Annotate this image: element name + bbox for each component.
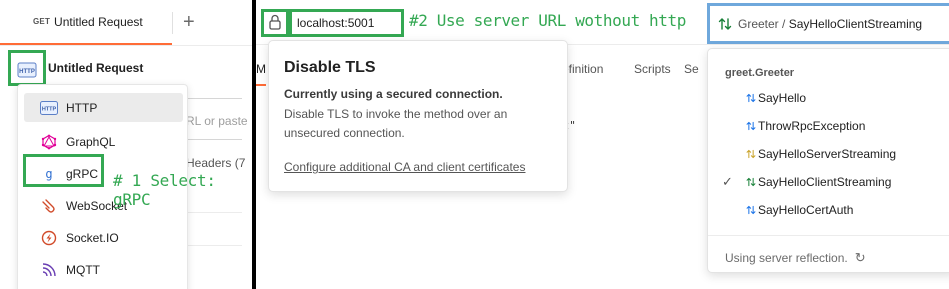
websocket-icon [40,197,58,215]
menu-item-http[interactable]: HTTP HTTP [24,93,183,122]
tab-message[interactable]: M [256,62,266,76]
socketio-icon [40,229,58,247]
url-input-ghost: RL or paste [186,114,248,128]
method-item[interactable]: SayHelloCertAuth [708,196,949,224]
method-selector[interactable]: Greeter / SayHelloClientStreaming [707,3,949,44]
headers-tab-ghost: Headers (7 [186,156,246,170]
grpc-method-icon [730,203,756,217]
method-item[interactable]: ✓ SayHelloClientStreaming [708,168,949,196]
request-title[interactable]: Untitled Request [48,61,143,75]
menu-item-graphql[interactable]: GraphQL [24,127,183,156]
divider [186,139,242,140]
request-tab[interactable]: GET Untitled Request [0,0,172,45]
http-icon: HTTP [40,99,58,117]
svg-text:HTTP: HTTP [42,106,57,112]
menu-item-label: MQTT [66,262,100,277]
divider [186,98,242,99]
annotation-step-2: #2 Use server URL wothout http [409,11,686,30]
divider [186,245,242,246]
tab-divider [172,12,173,34]
method-item-label: SayHello [758,91,807,105]
method-item[interactable]: SayHello [708,84,949,112]
tls-popup-title[interactable]: Disable TLS [284,59,376,77]
configure-certificates-link[interactable]: Configure additional CA and client certi… [284,160,525,174]
method-selector-separator: / [778,16,789,31]
menu-item-label: Socket.IO [66,230,119,245]
active-tab-indicator [256,84,266,86]
dropdown-separator [708,235,949,236]
menu-item-label: HTTP [66,100,98,115]
method-item-label: ThrowRpcException [758,119,866,133]
grpc-highlight-box [23,154,104,187]
http-icon[interactable]: HTTP [17,62,37,81]
right-panel: localhost:5001 #2 Use server URL wothout… [256,0,949,289]
tls-toggle-button[interactable] [261,9,289,37]
method-selector-service: Greeter [738,16,779,31]
method-item[interactable]: SayHelloServerStreaming [708,140,949,168]
grpc-method-icon [718,17,732,31]
svg-text:HTTP: HTTP [19,69,35,75]
grpc-method-icon [730,119,756,133]
method-item[interactable]: ThrowRpcException [708,112,949,140]
tab-settings[interactable]: Se [684,62,699,76]
server-reflection-status: Using server reflection. ↻ [725,250,866,266]
menu-item-mqtt[interactable]: MQTT [24,255,183,284]
check-icon: ✓ [722,174,733,189]
tls-popup-description: Disable TLS to invoke the method over an… [284,107,508,140]
graphql-icon [40,133,58,151]
divider [186,212,242,213]
grpc-method-icon [730,175,756,189]
method-item-label: SayHelloClientStreaming [758,175,892,189]
request-tab-method: GET [33,17,51,26]
tls-popup: Disable TLS Currently using a secured co… [268,40,568,192]
request-tab-title: Untitled Request [54,14,143,29]
left-panel: GET Untitled Request + HTTP Untitled Req… [0,0,252,289]
refresh-icon[interactable]: ↻ [855,250,866,266]
grpc-method-icon [730,147,756,161]
method-item-label: SayHelloCertAuth [758,203,854,217]
method-dropdown: greet.Greeter SayHello ThrowRpcException S… [707,48,949,273]
service-header: greet.Greeter [725,67,795,79]
server-url-input[interactable]: localhost:5001 [289,9,404,37]
new-tab-button[interactable]: + [183,11,195,33]
grpc-method-icon [730,91,756,105]
method-item-label: SayHelloServerStreaming [758,147,897,161]
lock-icon [268,14,282,33]
server-reflection-label: Using server reflection. [725,251,848,265]
mqtt-icon [40,261,58,279]
annotation-step-1: # 1 Select: gRPC [113,171,216,209]
method-selector-method: SayHelloClientStreaming [788,16,923,31]
menu-item-socketio[interactable]: Socket.IO [24,223,183,252]
tab-service-definition[interactable]: efinition [562,62,603,76]
server-url-value: localhost:5001 [297,16,375,30]
tab-bar-separator [0,45,252,46]
tls-popup-subtitle: Currently using a secured connection. [284,87,503,101]
menu-item-label: GraphQL [66,134,116,149]
tab-scripts[interactable]: Scripts [634,62,671,76]
